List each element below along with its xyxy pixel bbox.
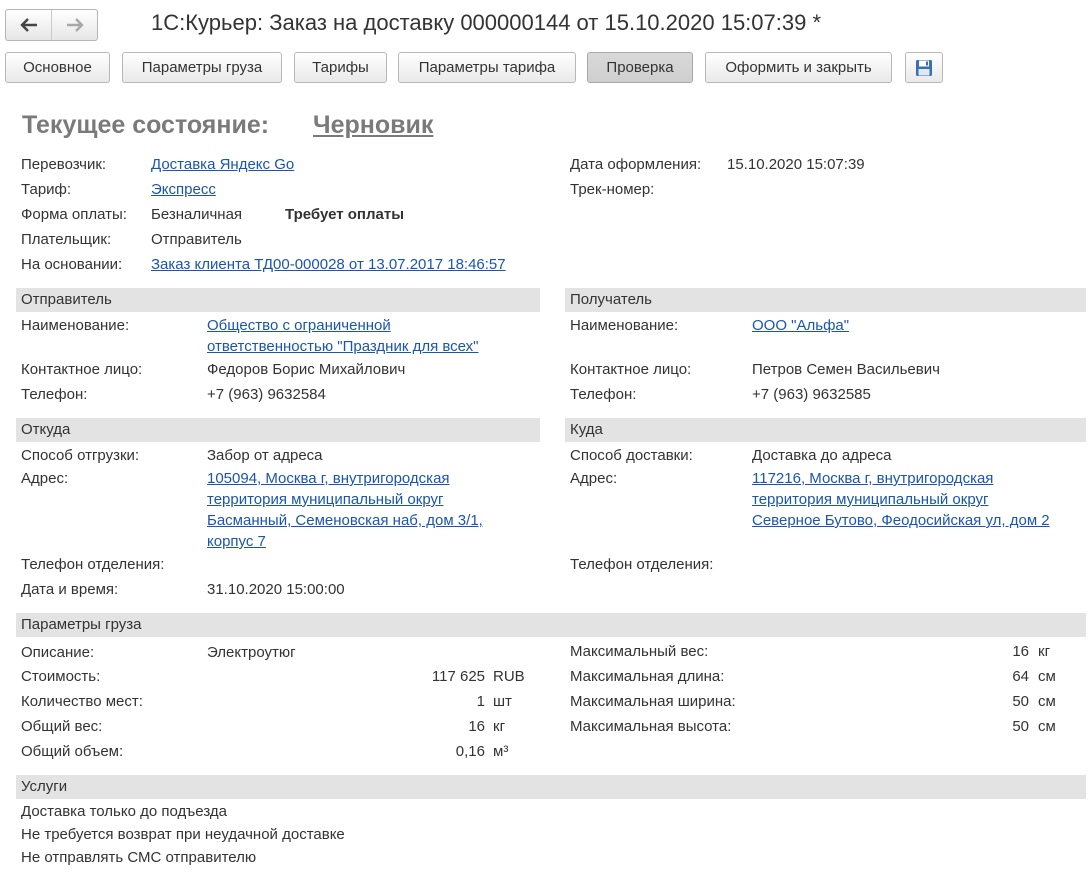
to-method-value: Доставка до адреса [752, 447, 892, 464]
max-height-unit: см [1038, 718, 1056, 735]
from-address-link-line4[interactable]: корпус 7 [207, 533, 266, 550]
state-label: Текущее состояние: [22, 111, 270, 139]
floppy-disk-icon [916, 59, 932, 76]
carrier-label: Перевозчик: [21, 156, 107, 173]
max-width-value: 50 [1012, 693, 1029, 710]
basis-label: На основании: [21, 256, 123, 273]
save-button[interactable] [905, 52, 943, 83]
tab-check[interactable]: Проверка [587, 52, 693, 83]
tab-basic[interactable]: Основное [5, 52, 110, 83]
arrow-right-icon [66, 18, 84, 32]
to-branch-phone-label: Телефон отделения: [570, 556, 714, 573]
history-nav [5, 9, 98, 41]
to-method-label: Способ доставки: [570, 447, 693, 464]
recipient-contact-value: Петров Семен Васильевич [752, 361, 940, 378]
to-address-link-line2[interactable]: территория муниципальный округ [752, 491, 988, 508]
max-weight-label: Максимальный вес: [570, 643, 709, 660]
window-title: 1С:Курьер: Заказ на доставку 000000144 о… [151, 10, 822, 35]
arrow-left-icon [19, 18, 37, 32]
max-length-unit: см [1038, 668, 1056, 685]
cargo-description-value: Электроутюг [207, 644, 296, 661]
sender-phone-value: +7 (963) 9632584 [207, 386, 326, 403]
cargo-cost-unit: RUB [493, 668, 525, 685]
recipient-name-link[interactable]: ООО "Альфа" [752, 317, 849, 334]
recipient-contact-label: Контактное лицо: [570, 361, 692, 378]
payment-value: Безналичная [151, 206, 243, 223]
tab-cargo-params[interactable]: Параметры груза [122, 52, 282, 83]
to-address-label: Адрес: [570, 470, 618, 487]
recipient-phone-label: Телефон: [570, 386, 637, 403]
cargo-volume-label: Общий объем: [21, 743, 124, 760]
state-value-link[interactable]: Черновик [313, 111, 433, 140]
back-button[interactable] [6, 10, 51, 40]
payer-value: Отправитель [151, 231, 242, 248]
date-label: Дата оформления: [570, 156, 702, 173]
from-datetime-value: 31.10.2020 15:00:00 [207, 581, 345, 598]
basis-link[interactable]: Заказ клиента ТД00-000028 от 13.07.2017 … [151, 256, 506, 273]
cargo-weight-value: 16 [468, 718, 485, 735]
cargo-places-unit: шт [493, 693, 512, 710]
submit-and-close-button[interactable]: Оформить и закрыть [705, 52, 892, 83]
from-address-link[interactable]: 105094, Москва г, внутригородская [207, 470, 450, 487]
cargo-cost-value: 117 625 [431, 668, 485, 685]
from-branch-phone-label: Телефон отделения: [21, 556, 165, 573]
max-width-label: Максимальная ширина: [570, 693, 736, 710]
max-length-label: Максимальная длина: [570, 668, 725, 685]
to-address-link[interactable]: 117216, Москва г, внутригородская [752, 470, 993, 487]
payment-status: Требует оплаты [285, 206, 405, 223]
from-method-label: Способ отгрузки: [21, 447, 140, 464]
sender-name-link[interactable]: Общество с ограниченной [207, 317, 391, 334]
recipient-name-label: Наименование: [570, 317, 679, 334]
cargo-section-header: Параметры груза [16, 613, 1086, 637]
service-item: Не отправлять СМС отправителю [21, 849, 257, 866]
services-section-header: Услуги [16, 775, 1086, 799]
cargo-places-label: Количество мест: [21, 693, 143, 710]
max-height-label: Максимальная высота: [570, 718, 732, 735]
tariff-label: Тариф: [21, 181, 72, 198]
tariff-link[interactable]: Экспресс [151, 181, 216, 198]
tab-tariff-params[interactable]: Параметры тарифа [398, 52, 576, 83]
max-weight-value: 16 [1012, 643, 1029, 660]
forward-button[interactable] [51, 10, 97, 40]
max-length-value: 64 [1012, 668, 1029, 685]
date-value: 15.10.2020 15:07:39 [727, 156, 865, 173]
cargo-places-value: 1 [476, 693, 485, 710]
max-weight-unit: кг [1038, 643, 1051, 660]
to-address-link-line3[interactable]: Северное Бутово, Феодосийская ул, дом 2 [752, 512, 1050, 529]
payer-label: Плательщик: [21, 231, 112, 248]
max-height-value: 50 [1012, 718, 1029, 735]
carrier-link[interactable]: Доставка Яндекс Go [151, 156, 294, 173]
from-address-link-line3[interactable]: Басманный, Семеновская наб, дом 3/1, [207, 512, 483, 529]
cargo-description-label: Описание: [21, 644, 95, 661]
to-section-header: Куда [565, 418, 1086, 442]
from-datetime-label: Дата и время: [21, 581, 119, 598]
sender-section-header: Отправитель [16, 288, 540, 312]
cargo-volume-unit: м³ [493, 743, 509, 760]
sender-name-link-line2[interactable]: ответственностью "Праздник для всех" [207, 338, 479, 355]
cargo-cost-label: Стоимость: [21, 668, 101, 685]
recipient-phone-value: +7 (963) 9632585 [752, 386, 871, 403]
cargo-volume-value: 0,16 [455, 743, 485, 760]
max-width-unit: см [1038, 693, 1056, 710]
service-item: Не требуется возврат при неудачной доста… [21, 826, 345, 843]
sender-name-label: Наименование: [21, 317, 130, 334]
recipient-section-header: Получатель [565, 288, 1086, 312]
from-section-header: Откуда [16, 418, 540, 442]
cargo-weight-unit: кг [493, 718, 506, 735]
payment-label: Форма оплаты: [21, 206, 127, 223]
sender-contact-value: Федоров Борис Михайлович [207, 361, 406, 378]
tab-tariffs[interactable]: Тарифы [294, 52, 387, 83]
from-method-value: Забор от адреса [207, 447, 323, 464]
track-label: Трек-номер: [570, 181, 655, 198]
service-item: Доставка только до подъезда [21, 803, 227, 820]
sender-contact-label: Контактное лицо: [21, 361, 143, 378]
sender-phone-label: Телефон: [21, 386, 88, 403]
from-address-label: Адрес: [21, 470, 69, 487]
cargo-weight-label: Общий вес: [21, 718, 103, 735]
from-address-link-line2[interactable]: территория муниципальный округ [207, 491, 443, 508]
